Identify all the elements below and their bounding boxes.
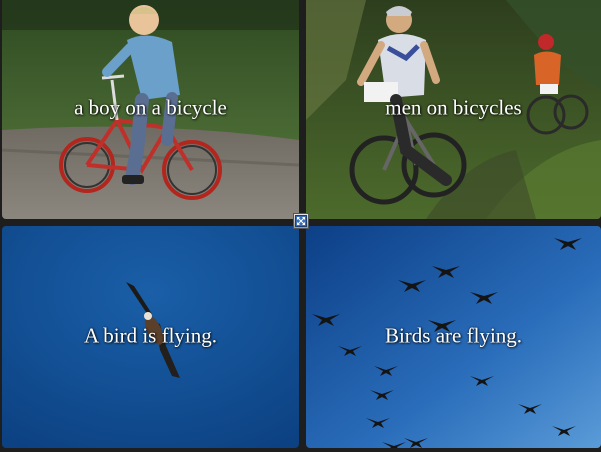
men-bicycles-image bbox=[306, 0, 601, 219]
video-tile-birds-flying[interactable]: Birds are flying. bbox=[306, 226, 601, 448]
expand-button[interactable] bbox=[293, 213, 309, 229]
video-tile-men-bicycles[interactable]: men on bicycles bbox=[306, 0, 601, 219]
bird-flying-image bbox=[2, 226, 299, 448]
expand-arrows-icon bbox=[295, 215, 307, 227]
video-tile-bird-flying[interactable]: A bird is flying. bbox=[2, 226, 299, 448]
boy-bicycle-image bbox=[2, 0, 299, 219]
video-tile-boy-bicycle[interactable]: a boy on a bicycle bbox=[2, 0, 299, 219]
birds-flying-image bbox=[306, 226, 601, 448]
video-grid: a boy on a bicycle men on bicycles A bir… bbox=[0, 0, 601, 452]
